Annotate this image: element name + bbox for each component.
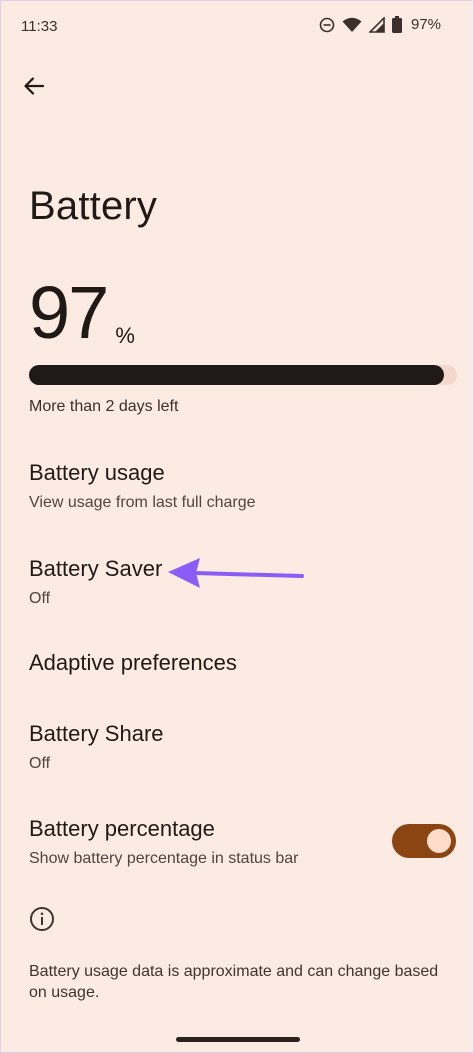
annotation-arrow [168, 558, 304, 588]
adaptive-preferences-title: Adaptive preferences [29, 650, 237, 675]
status-time: 11:33 [21, 18, 58, 35]
battery-percentage-toggle[interactable] [392, 824, 456, 858]
battery-usage-title: Battery usage [29, 460, 165, 485]
back-button[interactable] [17, 69, 51, 103]
page-title: Battery [29, 184, 158, 228]
battery-level-unit: % [115, 323, 135, 348]
toggle-thumb [427, 829, 451, 853]
battery-share-summary: Off [29, 755, 51, 772]
adaptive-preferences-item[interactable]: Adaptive preferences [29, 649, 237, 677]
do-not-disturb-icon [319, 17, 335, 32]
battery-level-bar [29, 365, 457, 385]
battery-saver-title: Battery Saver [29, 556, 163, 581]
battery-level: 97 % [29, 273, 135, 353]
battery-percentage-summary: Show battery percentage in status bar [29, 850, 299, 867]
status-bar: 11:33 97% [1, 1, 473, 53]
battery-level-number: 97 [29, 271, 109, 354]
battery-settings-screen: 11:33 97% Battery 97 % More than 2 days … [0, 0, 474, 1053]
battery-time-left: More than 2 days left [29, 398, 179, 415]
status-icons: 97% [319, 16, 441, 33]
status-battery-percent: 97% [410, 16, 441, 33]
battery-level-bar-fill [29, 365, 445, 385]
gesture-navigation-bar[interactable] [176, 1037, 300, 1042]
battery-icon [391, 16, 402, 33]
battery-share-item[interactable]: Battery Share Off [29, 720, 164, 774]
battery-percentage-item[interactable]: Battery percentage Show battery percenta… [29, 815, 299, 869]
cell-signal-icon [368, 16, 385, 33]
battery-usage-summary: View usage from last full charge [29, 494, 256, 511]
battery-share-title: Battery Share [29, 721, 164, 746]
arrow-left-icon [24, 77, 44, 95]
wifi-icon [342, 17, 362, 32]
battery-saver-item[interactable]: Battery Saver Off [29, 555, 162, 609]
info-icon [30, 907, 54, 931]
battery-usage-item[interactable]: Battery usage View usage from last full … [29, 459, 255, 513]
battery-percentage-title: Battery percentage [29, 816, 215, 841]
battery-saver-summary: Off [29, 590, 51, 607]
battery-usage-note: Battery usage data is approximate and ca… [29, 963, 439, 1001]
